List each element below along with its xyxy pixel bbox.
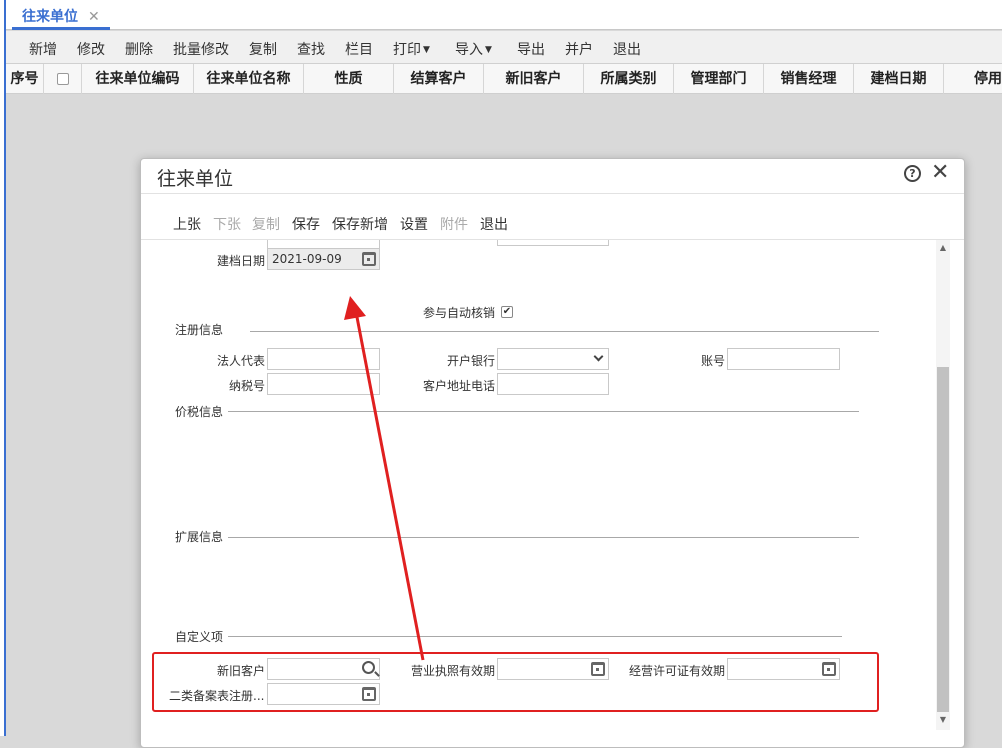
help-icon[interactable]: ? xyxy=(904,165,921,182)
license-valid-input[interactable] xyxy=(497,658,609,680)
merge-button[interactable]: 并户 xyxy=(565,39,593,59)
tax-no-label: 纳税号 xyxy=(229,379,266,393)
tab-close-icon[interactable]: ✕ xyxy=(88,9,100,25)
copy-button[interactable]: 复制 xyxy=(249,39,277,59)
bank-label: 开户银行 xyxy=(447,354,496,368)
find-button[interactable]: 查找 xyxy=(297,39,325,59)
tab-strip: 往来单位 ✕ xyxy=(6,0,1002,30)
create-date-field[interactable]: 2021-09-09 xyxy=(267,248,380,270)
section-divider xyxy=(250,331,879,332)
search-icon[interactable] xyxy=(362,661,375,674)
col-new-old[interactable]: 新旧客户 xyxy=(484,64,584,94)
scroll-thumb[interactable] xyxy=(937,367,949,712)
calendar-icon[interactable] xyxy=(822,662,836,676)
create-date-value: 2021-09-09 xyxy=(272,252,342,266)
create-date-label: 建档日期 xyxy=(217,254,266,268)
calendar-icon[interactable] xyxy=(362,252,376,266)
filing-label: 二类备案表注册... xyxy=(169,689,265,703)
settings-button[interactable]: 设置 xyxy=(400,214,428,234)
section-register-info: 注册信息 xyxy=(175,323,224,337)
select-all-checkbox[interactable] xyxy=(56,73,69,85)
scroll-down-icon[interactable]: ▼ xyxy=(936,716,950,724)
col-seq[interactable]: 序号 xyxy=(6,64,44,94)
address-phone-input[interactable] xyxy=(497,373,609,395)
dialog-toolbar: 上张 下张 复制 保存 保存新增 设置 附件 退出 xyxy=(141,214,961,236)
col-create-date[interactable]: 建档日期 xyxy=(854,64,944,94)
tax-no-input[interactable] xyxy=(267,373,380,395)
exit-button[interactable]: 退出 xyxy=(613,39,641,59)
save-and-new-button[interactable]: 保存新增 xyxy=(332,214,388,234)
section-divider xyxy=(228,537,859,538)
dialog-copy-button[interactable]: 复制 xyxy=(252,214,280,234)
import-button[interactable]: 导入 ▼ xyxy=(455,39,492,59)
columns-button[interactable]: 栏目 xyxy=(345,39,373,59)
dialog-title: 往来单位 xyxy=(157,168,234,190)
new-old-customer-input[interactable] xyxy=(267,658,380,680)
export-button[interactable]: 导出 xyxy=(517,39,545,59)
filing-input[interactable] xyxy=(267,683,380,705)
legal-rep-input[interactable] xyxy=(267,348,380,370)
next-record-button[interactable]: 下张 xyxy=(213,214,241,234)
print-label: 打印 xyxy=(393,42,421,58)
calendar-icon[interactable] xyxy=(591,662,605,676)
dialog-form: 建档日期 2021-09-09 参与自动核销 ✔ 注册信息 法人代表 开户银行 … xyxy=(141,240,936,740)
bank-select[interactable] xyxy=(497,348,609,370)
prev-record-button[interactable]: 上张 xyxy=(173,214,201,234)
calendar-icon[interactable] xyxy=(362,687,376,701)
main-toolbar: 新增 修改 删除 批量修改 复制 查找 栏目 打印 ▼ 导入 ▼ 导出 并户 退出 xyxy=(6,31,1002,64)
close-icon[interactable]: ✕ xyxy=(931,161,949,185)
section-price-tax: 价税信息 xyxy=(175,405,224,419)
section-extend: 扩展信息 xyxy=(175,530,224,544)
chevron-down-icon: ▼ xyxy=(485,45,492,55)
col-dept[interactable]: 管理部门 xyxy=(674,64,764,94)
divider xyxy=(141,193,964,194)
col-settle-customer[interactable]: 结算客户 xyxy=(394,64,484,94)
delete-button[interactable]: 删除 xyxy=(125,39,153,59)
scroll-up-icon[interactable]: ▲ xyxy=(936,244,950,252)
col-select-all[interactable] xyxy=(44,64,82,94)
dialog-exit-button[interactable]: 退出 xyxy=(480,214,508,234)
auto-verify-label: 参与自动核销 xyxy=(423,306,496,320)
account-label: 账号 xyxy=(701,354,726,368)
chevron-down-icon: ▼ xyxy=(423,45,430,55)
left-accent-bar xyxy=(0,0,6,736)
auto-verify-checkbox[interactable]: ✔ xyxy=(501,306,513,318)
tab-partner-units[interactable]: 往来单位 ✕ xyxy=(12,0,110,30)
partner-unit-dialog: 往来单位 ? ✕ 上张 下张 复制 保存 保存新增 设置 附件 退出 建档日期 … xyxy=(140,158,965,748)
section-divider xyxy=(228,636,842,637)
address-phone-label: 客户地址电话 xyxy=(423,379,496,393)
permit-valid-label: 经营许可证有效期 xyxy=(629,664,726,678)
dialog-scrollbar[interactable]: ▲ ▼ xyxy=(936,240,950,730)
save-button[interactable]: 保存 xyxy=(292,214,320,234)
col-code[interactable]: 往来单位编码 xyxy=(82,64,194,94)
top-cut-date-input[interactable] xyxy=(497,240,609,246)
new-old-customer-label: 新旧客户 xyxy=(217,664,266,678)
edit-button[interactable]: 修改 xyxy=(77,39,105,59)
account-input[interactable] xyxy=(727,348,840,370)
section-divider xyxy=(228,411,859,412)
import-label: 导入 xyxy=(455,42,483,58)
add-button[interactable]: 新增 xyxy=(29,39,57,59)
batch-edit-button[interactable]: 批量修改 xyxy=(173,39,229,59)
col-category[interactable]: 所属类别 xyxy=(584,64,674,94)
permit-valid-input[interactable] xyxy=(727,658,840,680)
print-button[interactable]: 打印 ▼ xyxy=(393,39,430,59)
col-name[interactable]: 往来单位名称 xyxy=(194,64,304,94)
tab-label: 往来单位 xyxy=(22,9,78,25)
grid-header: 序号 往来单位编码 往来单位名称 性质 结算客户 新旧客户 所属类别 管理部门 … xyxy=(6,64,1002,94)
chevron-down-icon xyxy=(593,351,604,362)
legal-rep-label: 法人代表 xyxy=(217,354,266,368)
col-sales-manager[interactable]: 销售经理 xyxy=(764,64,854,94)
col-nature[interactable]: 性质 xyxy=(304,64,394,94)
license-valid-label: 营业执照有效期 xyxy=(411,664,496,678)
col-disabled[interactable]: 停用 xyxy=(944,64,1002,94)
section-custom: 自定义项 xyxy=(175,630,224,644)
attachment-button[interactable]: 附件 xyxy=(440,214,468,234)
